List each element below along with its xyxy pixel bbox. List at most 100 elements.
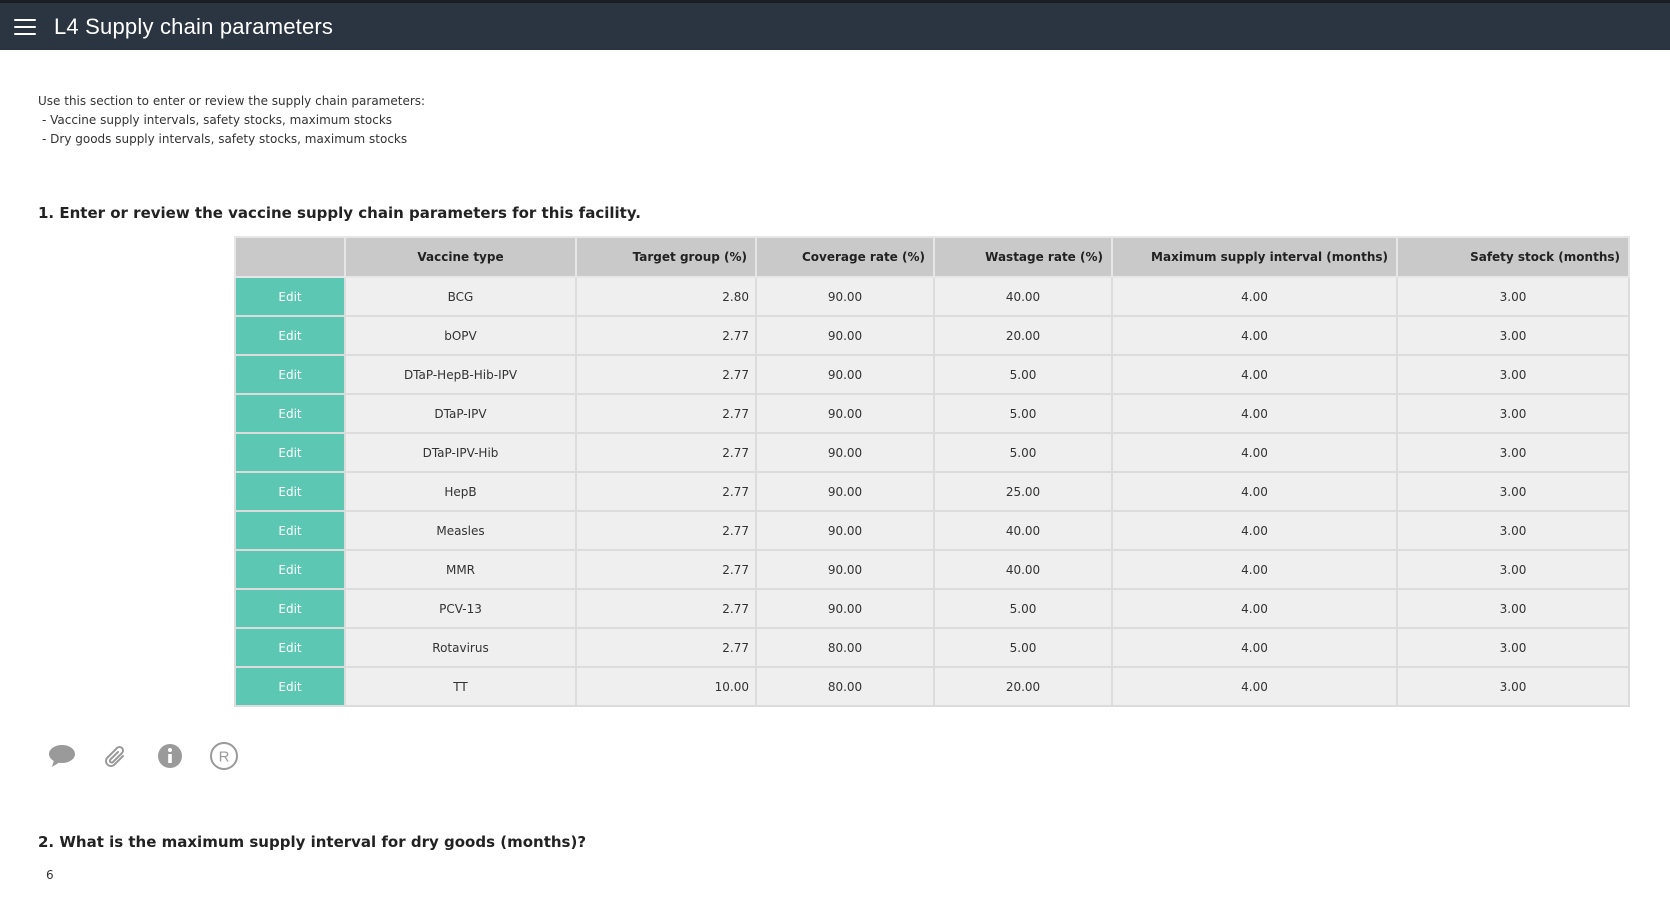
registered-icon[interactable]: R — [208, 740, 240, 772]
cell-safety-stock: 3.00 — [1396, 393, 1630, 434]
cell-vaccine-type: DTaP-HepB-Hib-IPV — [344, 354, 577, 395]
cell-wastage-rate: 5.00 — [933, 393, 1113, 434]
table-row: Edit BCG 2.80 90.00 40.00 4.00 3.00 — [234, 276, 1630, 317]
cell-wastage-rate: 5.00 — [933, 588, 1113, 629]
cell-max-supply-interval: 4.00 — [1111, 549, 1398, 590]
info-icon[interactable] — [154, 740, 186, 772]
edit-button[interactable]: Edit — [234, 432, 346, 473]
vaccine-table: Vaccine type Target group (%) Coverage r… — [234, 236, 1630, 707]
cell-max-supply-interval: 4.00 — [1111, 666, 1398, 707]
cell-max-supply-interval: 4.00 — [1111, 354, 1398, 395]
column-header-max-supply-interval: Maximum supply interval (months) — [1111, 236, 1398, 278]
action-icons: R — [46, 740, 240, 772]
cell-target-group: 2.77 — [575, 432, 757, 473]
cell-safety-stock: 3.00 — [1396, 510, 1630, 551]
page-title: L4 Supply chain parameters — [54, 13, 334, 39]
cell-max-supply-interval: 4.00 — [1111, 315, 1398, 356]
cell-coverage-rate: 90.00 — [755, 471, 935, 512]
table-row: Edit DTaP-HepB-Hib-IPV 2.77 90.00 5.00 4.00 3.… — [234, 354, 1630, 395]
attachment-icon[interactable] — [100, 740, 132, 772]
table-row: Edit DTaP-IPV 2.77 90.00 5.00 4.00 3.00 — [234, 393, 1630, 434]
cell-max-supply-interval: 4.00 — [1111, 393, 1398, 434]
cell-vaccine-type: HepB — [344, 471, 577, 512]
table-row: Edit TT 10.00 80.00 20.00 4.00 3.00 — [234, 666, 1630, 707]
cell-safety-stock: 3.00 — [1396, 549, 1630, 590]
cell-wastage-rate: 25.00 — [933, 471, 1113, 512]
question-1-label: 1. Enter or review the vaccine supply ch… — [38, 204, 641, 222]
cell-safety-stock: 3.00 — [1396, 432, 1630, 473]
cell-coverage-rate: 90.00 — [755, 393, 935, 434]
cell-coverage-rate: 90.00 — [755, 354, 935, 395]
table-row: Edit HepB 2.77 90.00 25.00 4.00 3.00 — [234, 471, 1630, 512]
cell-wastage-rate: 5.00 — [933, 354, 1113, 395]
edit-button[interactable]: Edit — [234, 354, 346, 395]
cell-target-group: 2.77 — [575, 549, 757, 590]
edit-button[interactable]: Edit — [234, 510, 346, 551]
cell-target-group: 2.77 — [575, 315, 757, 356]
cell-safety-stock: 3.00 — [1396, 588, 1630, 629]
svg-text:R: R — [219, 749, 230, 766]
dry-goods-interval-answer[interactable]: 6 — [46, 868, 54, 882]
question-2-label: 2. What is the maximum supply interval f… — [38, 833, 587, 851]
edit-button[interactable]: Edit — [234, 471, 346, 512]
cell-vaccine-type: TT — [344, 666, 577, 707]
cell-safety-stock: 3.00 — [1396, 627, 1630, 668]
cell-vaccine-type: DTaP-IPV — [344, 393, 577, 434]
cell-wastage-rate: 40.00 — [933, 510, 1113, 551]
cell-max-supply-interval: 4.00 — [1111, 471, 1398, 512]
edit-button[interactable]: Edit — [234, 549, 346, 590]
cell-target-group: 10.00 — [575, 666, 757, 707]
table-header-row: Vaccine type Target group (%) Coverage r… — [234, 236, 1630, 278]
cell-coverage-rate: 90.00 — [755, 432, 935, 473]
cell-vaccine-type: Measles — [344, 510, 577, 551]
cell-vaccine-type: MMR — [344, 549, 577, 590]
cell-target-group: 2.77 — [575, 393, 757, 434]
column-header-vaccine-type: Vaccine type — [344, 236, 577, 278]
table-row: Edit Rotavirus 2.77 80.00 5.00 4.00 3.00 — [234, 627, 1630, 668]
cell-target-group: 2.80 — [575, 276, 757, 317]
cell-wastage-rate: 5.00 — [933, 432, 1113, 473]
table-row: Edit bOPV 2.77 90.00 20.00 4.00 3.00 — [234, 315, 1630, 356]
cell-safety-stock: 3.00 — [1396, 276, 1630, 317]
cell-target-group: 2.77 — [575, 354, 757, 395]
intro-line: - Dry goods supply intervals, safety sto… — [42, 132, 408, 146]
column-header-target-group: Target group (%) — [575, 236, 757, 278]
edit-button[interactable]: Edit — [234, 666, 346, 707]
cell-coverage-rate: 90.00 — [755, 510, 935, 551]
cell-target-group: 2.77 — [575, 510, 757, 551]
edit-button[interactable]: Edit — [234, 315, 346, 356]
edit-button[interactable]: Edit — [234, 393, 346, 434]
hamburger-menu-icon[interactable] — [14, 18, 36, 35]
cell-vaccine-type: Rotavirus — [344, 627, 577, 668]
cell-target-group: 2.77 — [575, 471, 757, 512]
column-header-safety-stock: Safety stock (months) — [1396, 236, 1630, 278]
cell-max-supply-interval: 4.00 — [1111, 627, 1398, 668]
cell-wastage-rate: 20.00 — [933, 315, 1113, 356]
edit-button[interactable]: Edit — [234, 627, 346, 668]
table-row: Edit MMR 2.77 90.00 40.00 4.00 3.00 — [234, 549, 1630, 590]
cell-wastage-rate: 5.00 — [933, 627, 1113, 668]
column-header-wastage-rate: Wastage rate (%) — [933, 236, 1113, 278]
cell-coverage-rate: 80.00 — [755, 666, 935, 707]
cell-target-group: 2.77 — [575, 588, 757, 629]
cell-coverage-rate: 80.00 — [755, 627, 935, 668]
cell-safety-stock: 3.00 — [1396, 471, 1630, 512]
cell-coverage-rate: 90.00 — [755, 276, 935, 317]
table-row: Edit PCV-13 2.77 90.00 5.00 4.00 3.00 — [234, 588, 1630, 629]
cell-safety-stock: 3.00 — [1396, 666, 1630, 707]
comment-icon[interactable] — [46, 740, 78, 772]
cell-wastage-rate: 40.00 — [933, 276, 1113, 317]
cell-vaccine-type: DTaP-IPV-Hib — [344, 432, 577, 473]
cell-wastage-rate: 20.00 — [933, 666, 1113, 707]
cell-vaccine-type: BCG — [344, 276, 577, 317]
intro-text: Use this section to enter or review the … — [38, 92, 425, 149]
table-row: Edit Measles 2.77 90.00 40.00 4.00 3.00 — [234, 510, 1630, 551]
cell-max-supply-interval: 4.00 — [1111, 510, 1398, 551]
cell-wastage-rate: 40.00 — [933, 549, 1113, 590]
column-header-edit — [234, 236, 346, 278]
edit-button[interactable]: Edit — [234, 588, 346, 629]
table-row: Edit DTaP-IPV-Hib 2.77 90.00 5.00 4.00 3.00 — [234, 432, 1630, 473]
edit-button[interactable]: Edit — [234, 276, 346, 317]
cell-safety-stock: 3.00 — [1396, 315, 1630, 356]
cell-target-group: 2.77 — [575, 627, 757, 668]
